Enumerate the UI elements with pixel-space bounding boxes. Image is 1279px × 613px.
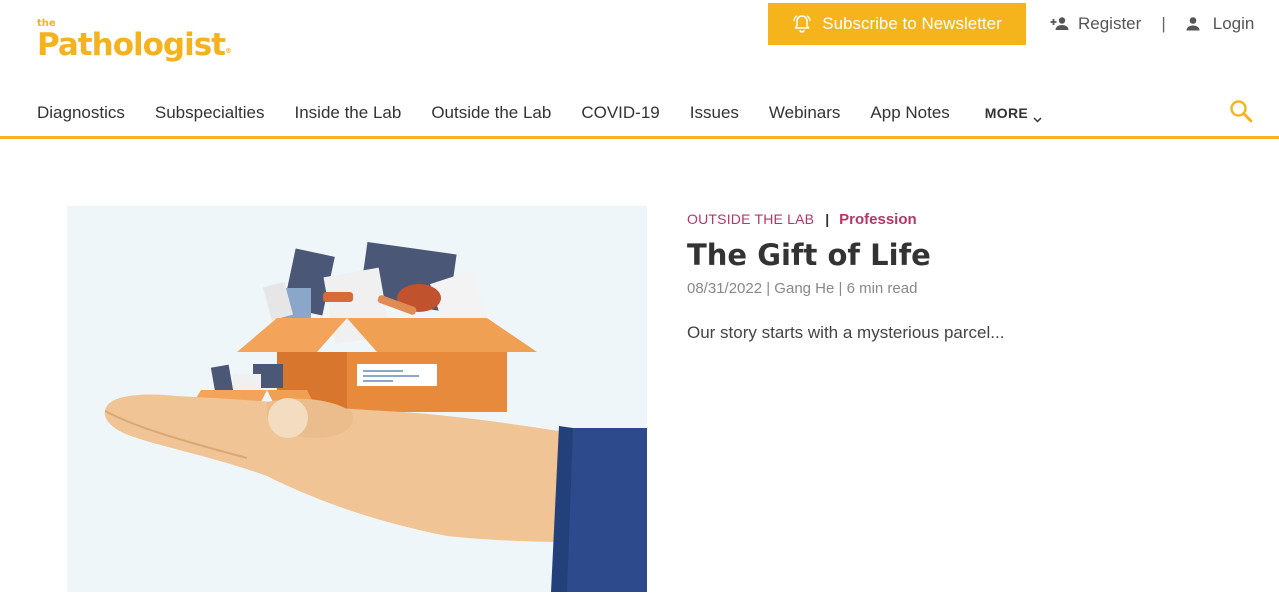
nav-more-label: MORE bbox=[984, 105, 1028, 121]
nav-item-covid-19[interactable]: COVID-19 bbox=[581, 103, 659, 123]
nav-item-outside-the-lab[interactable]: Outside the Lab bbox=[431, 103, 551, 123]
nav-more-dropdown[interactable]: MORE bbox=[984, 105, 1042, 123]
login-link[interactable]: Login bbox=[1185, 14, 1255, 34]
chevron-down-icon bbox=[1033, 110, 1042, 123]
account-links: Register | Login bbox=[1050, 13, 1254, 35]
user-icon bbox=[1185, 16, 1204, 32]
subscribe-label: Subscribe to Newsletter bbox=[822, 14, 1002, 33]
subscribe-newsletter-button[interactable]: Subscribe to Newsletter bbox=[768, 3, 1026, 45]
add-user-icon bbox=[1050, 16, 1069, 32]
nav-item-subspecialties[interactable]: Subspecialties bbox=[155, 103, 265, 123]
article-title[interactable]: The Gift of Life bbox=[687, 237, 1247, 273]
site-logo[interactable]: the Pathologist® bbox=[37, 19, 232, 64]
bell-icon bbox=[792, 14, 812, 34]
nav-item-webinars[interactable]: Webinars bbox=[769, 103, 841, 123]
category-section-link[interactable]: OUTSIDE THE LAB bbox=[687, 211, 814, 227]
logo-wordmark: Pathologist® bbox=[37, 27, 232, 63]
nav-item-diagnostics[interactable]: Diagnostics bbox=[37, 103, 125, 123]
article-categories: OUTSIDE THE LAB | Profession bbox=[687, 209, 1247, 229]
nav-divider bbox=[0, 136, 1279, 139]
article-hero-image[interactable] bbox=[67, 206, 647, 592]
logo-name-text: Pathologist bbox=[37, 27, 226, 63]
hand-holding-box-illustration bbox=[67, 206, 647, 592]
category-topic-link[interactable]: Profession bbox=[839, 211, 917, 228]
auth-separator: | bbox=[1161, 14, 1166, 33]
article-excerpt: Our story starts with a mysterious parce… bbox=[687, 323, 1005, 342]
login-label: Login bbox=[1212, 14, 1255, 33]
article-teaser: OUTSIDE THE LAB | Profession The Gift of… bbox=[687, 209, 1247, 343]
register-link[interactable]: Register bbox=[1050, 14, 1141, 34]
nav-item-inside-the-lab[interactable]: Inside the Lab bbox=[295, 103, 402, 123]
nav-item-issues[interactable]: Issues bbox=[690, 103, 739, 123]
search-button[interactable] bbox=[1229, 99, 1253, 123]
article-meta: 08/31/2022 | Gang He | 6 min read bbox=[687, 280, 918, 297]
search-icon bbox=[1229, 100, 1253, 127]
nav-item-app-notes[interactable]: App Notes bbox=[870, 103, 949, 123]
main-nav: Diagnostics Subspecialties Inside the La… bbox=[37, 101, 1042, 125]
register-label: Register bbox=[1078, 14, 1142, 33]
category-separator: | bbox=[825, 211, 830, 227]
registered-mark: ® bbox=[225, 47, 233, 55]
